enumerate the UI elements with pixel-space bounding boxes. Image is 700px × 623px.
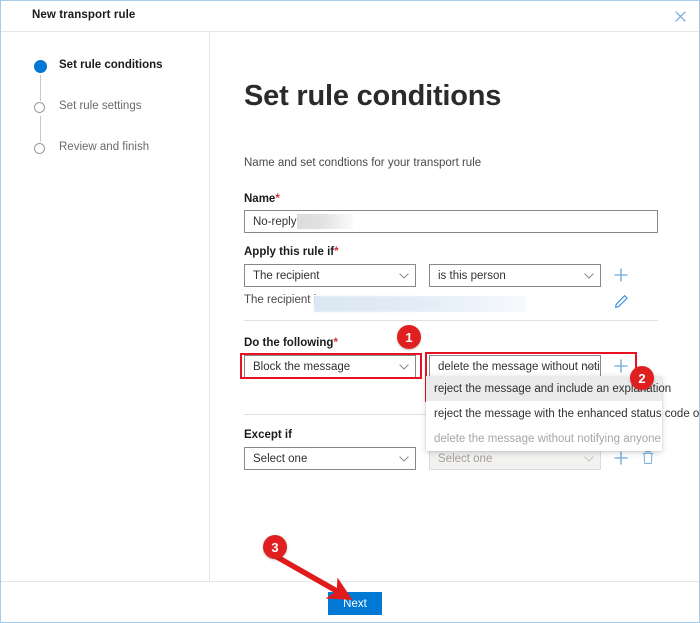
except-if-label: Except if bbox=[244, 429, 292, 441]
wizard-content: Set rule conditions Name and set condtio… bbox=[211, 32, 699, 581]
annotation-badge-2: 2 bbox=[630, 366, 654, 390]
step-marker-pending bbox=[34, 101, 47, 142]
page-subtitle: Name and set condtions for your transpor… bbox=[244, 157, 482, 169]
section-divider bbox=[244, 320, 658, 321]
apply-rule-condition-value: The recipient bbox=[253, 269, 320, 282]
name-input[interactable]: No-reply bbox=[244, 210, 658, 233]
sidebar-item-set-rule-settings[interactable]: Set rule settings bbox=[34, 100, 163, 142]
annotation-badge-1: 1 bbox=[397, 325, 421, 349]
condition-detail-row: The recipient is bbox=[244, 294, 604, 314]
step-marker-pending bbox=[34, 142, 47, 155]
step-connector bbox=[40, 116, 41, 142]
dropdown-option-reject-with-status-code[interactable]: reject the message with the enhanced sta… bbox=[426, 401, 699, 426]
new-transport-rule-dialog: New transport rule Set rule conditions S… bbox=[0, 0, 700, 623]
apply-rule-if-label-text: Apply this rule if bbox=[244, 246, 335, 258]
chevron-down-icon bbox=[584, 363, 594, 370]
add-exception-plus-icon[interactable] bbox=[613, 450, 629, 466]
dropdown-option-delete-without-notifying[interactable]: delete the message without notifying any… bbox=[426, 426, 662, 451]
step-dot-filled-icon bbox=[34, 60, 47, 73]
add-condition-plus-icon[interactable] bbox=[613, 267, 629, 283]
edit-condition-pencil-icon[interactable] bbox=[614, 294, 629, 309]
apply-rule-operator-dropdown[interactable]: is this person bbox=[429, 264, 601, 287]
condition-detail-redaction bbox=[314, 296, 526, 312]
name-label-text: Name bbox=[244, 193, 276, 205]
except-if-condition-value: Select one bbox=[253, 452, 308, 465]
do-the-following-label: Do the following* bbox=[244, 337, 338, 349]
next-button[interactable]: Next bbox=[328, 592, 382, 615]
sidebar-item-review-and-finish[interactable]: Review and finish bbox=[34, 141, 163, 182]
step-dot-hollow-icon bbox=[34, 143, 45, 154]
dialog-titlebar: New transport rule bbox=[1, 1, 699, 32]
step-dot-hollow-icon bbox=[34, 102, 45, 113]
step-marker-active bbox=[34, 60, 47, 101]
dropdown-option-label: reject the message with the enhanced sta… bbox=[434, 407, 700, 420]
annotation-badge-3: 3 bbox=[263, 535, 287, 559]
action-detail-dropdown[interactable]: delete the message without notif... bbox=[429, 355, 601, 378]
apply-rule-operator-value: is this person bbox=[438, 269, 506, 282]
action-detail-dropdown-list[interactable]: reject the message and include an explan… bbox=[426, 376, 699, 451]
name-redaction bbox=[297, 214, 354, 229]
required-marker: * bbox=[333, 337, 338, 349]
dialog-title: New transport rule bbox=[32, 9, 136, 21]
action-detail-value: delete the message without notif... bbox=[438, 360, 601, 373]
do-the-following-label-text: Do the following bbox=[244, 337, 334, 349]
action-dropdown[interactable]: Block the message bbox=[244, 355, 416, 378]
step-label: Set rule settings bbox=[59, 100, 142, 112]
required-marker: * bbox=[334, 246, 339, 258]
required-marker: * bbox=[275, 193, 280, 205]
except-if-condition-dropdown[interactable]: Select one bbox=[244, 447, 416, 470]
apply-rule-condition-dropdown[interactable]: The recipient bbox=[244, 264, 416, 287]
chevron-down-icon bbox=[584, 455, 594, 462]
wizard-sidebar: Set rule conditions Set rule settings Re… bbox=[1, 32, 210, 581]
step-label: Set rule conditions bbox=[59, 59, 163, 71]
wizard-steps: Set rule conditions Set rule settings Re… bbox=[34, 59, 163, 182]
step-connector bbox=[40, 75, 41, 101]
chevron-down-icon bbox=[399, 455, 409, 462]
chevron-down-icon bbox=[584, 272, 594, 279]
chevron-down-icon bbox=[399, 272, 409, 279]
page-title: Set rule conditions bbox=[244, 80, 502, 112]
name-label: Name* bbox=[244, 193, 280, 205]
close-icon[interactable] bbox=[667, 4, 693, 28]
dropdown-option-label: delete the message without notifying any… bbox=[434, 432, 661, 445]
except-if-detail-value: Select one bbox=[438, 452, 493, 465]
chevron-down-icon bbox=[399, 363, 409, 370]
action-value: Block the message bbox=[253, 360, 351, 373]
step-label: Review and finish bbox=[59, 141, 150, 153]
delete-exception-trash-icon[interactable] bbox=[641, 450, 655, 465]
dropdown-option-reject-with-explanation[interactable]: reject the message and include an explan… bbox=[426, 376, 671, 401]
name-input-value: No-reply bbox=[253, 215, 297, 228]
condition-detail-prefix: The recipient is bbox=[244, 294, 322, 306]
sidebar-item-set-rule-conditions[interactable]: Set rule conditions bbox=[34, 59, 163, 101]
apply-rule-if-label: Apply this rule if* bbox=[244, 246, 339, 258]
add-action-plus-icon[interactable] bbox=[613, 358, 629, 374]
